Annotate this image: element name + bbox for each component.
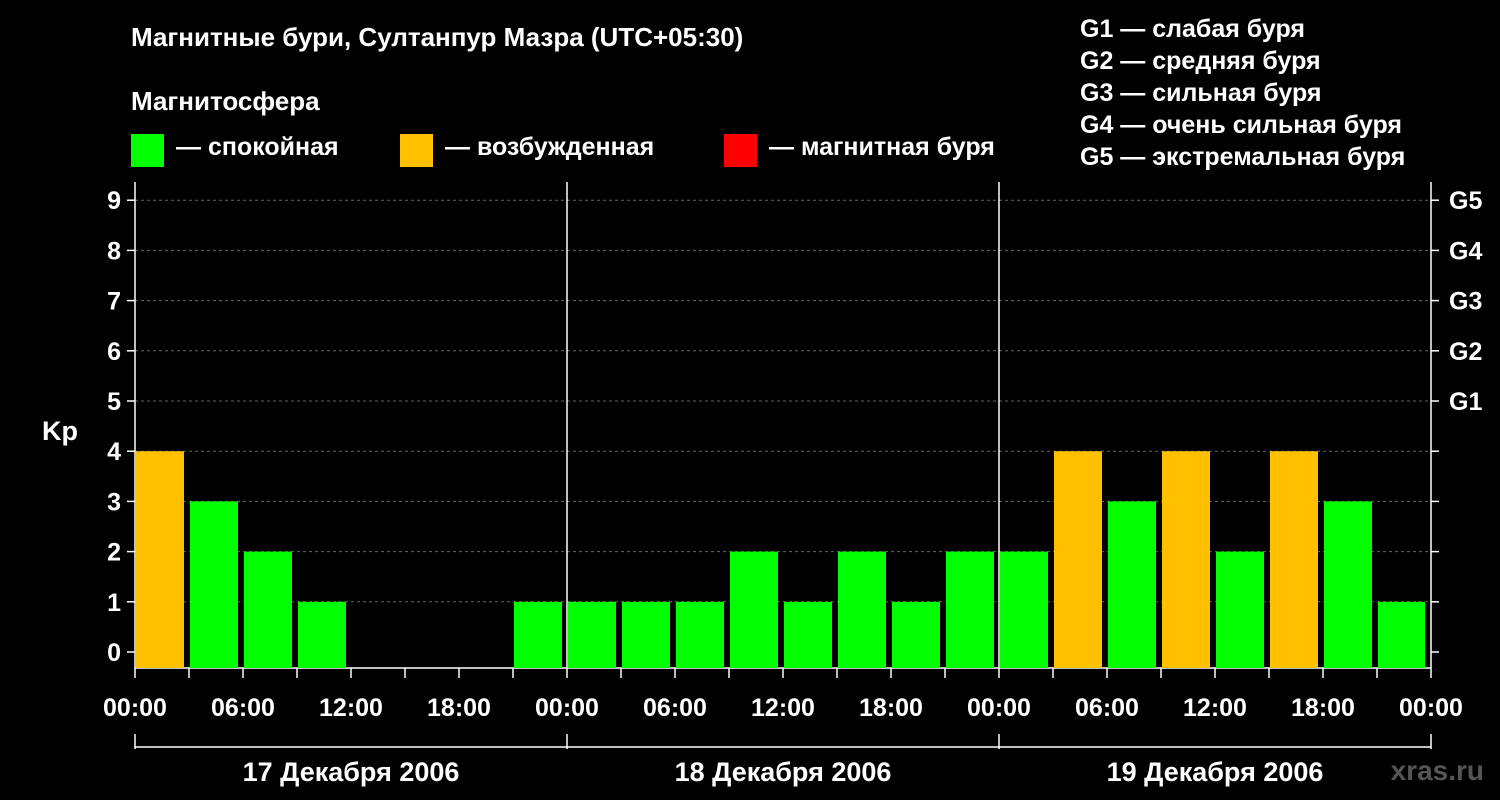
y-tick-label: 1	[107, 589, 121, 617]
x-tick-label: 12:00	[319, 694, 383, 722]
kp-bar	[784, 601, 832, 668]
y-tick-label: 2	[107, 539, 121, 567]
kp-bar	[244, 551, 292, 668]
g-level-label: G4	[1449, 237, 1482, 265]
x-tick-label: 06:00	[211, 694, 275, 722]
kp-bar	[730, 551, 778, 668]
g-level-label: G1	[1449, 388, 1482, 416]
g-level-label: G3	[1449, 288, 1482, 316]
y-tick-label: 3	[107, 488, 121, 516]
y-tick-label: 6	[107, 338, 121, 366]
kp-bar	[1324, 501, 1372, 668]
x-tick-label: 06:00	[1075, 694, 1139, 722]
x-tick-label: 18:00	[859, 694, 923, 722]
kp-bar	[1108, 501, 1156, 668]
y-tick-label: 0	[107, 639, 121, 667]
y-axis-label: Kp	[42, 416, 78, 446]
y-tick-label: 9	[107, 187, 121, 215]
x-tick-label: 06:00	[643, 694, 707, 722]
kp-bar	[568, 601, 616, 668]
kp-bar	[622, 601, 670, 668]
day-label: 19 Декабря 2006	[1107, 757, 1324, 787]
x-tick-label: 00:00	[535, 694, 599, 722]
x-tick-label: 00:00	[1399, 694, 1463, 722]
x-tick-label: 18:00	[427, 694, 491, 722]
y-tick-label: 8	[107, 237, 121, 265]
y-tick-label: 7	[107, 288, 121, 316]
kp-bar	[136, 451, 184, 668]
kp-bar	[514, 601, 562, 668]
x-tick-label: 12:00	[1183, 694, 1247, 722]
kp-chart: 0 1 2 3 4 5 6 7 8 9 G1 G2 G3 G4 G5 Kp 00:00 06:00 12:00 18:…	[42, 182, 1482, 787]
x-tick-label: 00:00	[103, 694, 167, 722]
kp-bar	[892, 601, 940, 668]
kp-bar	[838, 551, 886, 668]
y-tick-label: 5	[107, 388, 121, 416]
kp-bar	[1216, 551, 1264, 668]
kp-bar	[1054, 451, 1102, 668]
kp-bar	[298, 601, 346, 668]
kp-bar	[1270, 451, 1318, 668]
kp-bar	[946, 551, 994, 668]
kp-bar	[676, 601, 724, 668]
day-label: 18 Декабря 2006	[675, 757, 892, 787]
x-tick-label: 12:00	[751, 694, 815, 722]
kp-bar	[1162, 451, 1210, 668]
y-tick-label: 4	[107, 438, 121, 466]
x-tick-label: 00:00	[967, 694, 1031, 722]
brand-watermark: xras.ru	[1390, 755, 1484, 786]
kp-bar	[1378, 601, 1425, 668]
day-label: 17 Декабря 2006	[243, 757, 460, 787]
g-level-label: G2	[1449, 338, 1482, 366]
x-tick-label: 18:00	[1291, 694, 1355, 722]
kp-bar	[1000, 551, 1048, 668]
g-level-label: G5	[1449, 187, 1482, 215]
kp-bar	[190, 501, 238, 668]
